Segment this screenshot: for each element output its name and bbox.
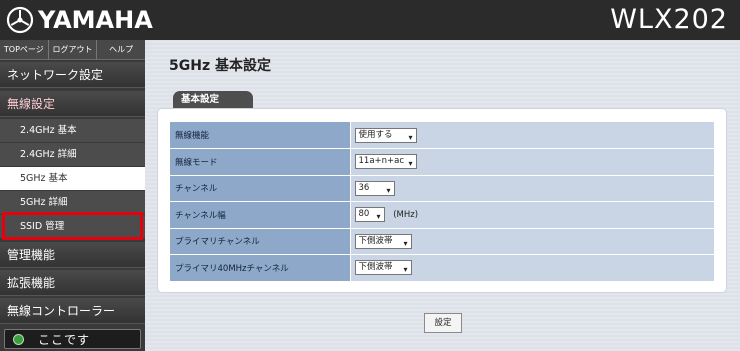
table-row: チャンネル 36 ▾ [170,175,714,202]
channel-width-select[interactable]: 80 ▾ [354,207,385,223]
you-are-here-indicator: ここです [4,329,141,349]
table-row: 無線機能 使用する ▾ [170,122,714,149]
chevron-down-icon: ▾ [408,159,413,169]
wireless-function-label: 無線機能 [170,122,351,149]
settings-table: 無線機能 使用する ▾ 無線モード 11a+n+ac ▾ チャンネル 36 ▾ … [170,122,714,282]
page-title: 5GHz 基本設定 [169,58,271,74]
sidebar-subitem-5ghz-basic[interactable]: 5GHz 基本 [0,167,145,191]
channel-value: 36 [358,182,370,193]
help-link[interactable]: ヘルプ [97,40,145,59]
sidebar-item-controller[interactable]: 無線コントローラー [0,298,145,324]
table-row: プライマリチャンネル 下側波帯 ▾ [170,228,714,255]
sidebar-item-management[interactable]: 管理機能 [0,242,145,268]
tab-basic-settings[interactable]: 基本設定 [173,91,253,109]
primary-40mhz-channel-label: プライマリ40MHzチャンネル [170,254,351,282]
chevron-down-icon: ▾ [376,212,381,222]
wireless-mode-select[interactable]: 11a+n+ac ▾ [354,154,417,170]
settings-panel: 無線機能 使用する ▾ 無線モード 11a+n+ac ▾ チャンネル 36 ▾ … [157,108,727,293]
table-row: チャンネル幅 80 ▾ (MHz) [170,201,714,229]
primary-40mhz-channel-value: 下側波帯 [358,262,393,273]
channel-label: チャンネル [170,175,351,202]
channel-width-value: 80 [358,209,370,220]
ssid-highlight-box [2,212,143,240]
status-dot-icon [13,333,24,345]
primary-40mhz-channel-select[interactable]: 下側波帯 ▾ [354,260,412,276]
sidebar-item-network[interactable]: ネットワーク設定 [0,62,145,88]
wireless-function-value: 使用する [358,129,393,140]
save-button[interactable]: 設定 [424,313,462,333]
table-row: 無線モード 11a+n+ac ▾ [170,148,714,176]
you-are-here-label: ここです [38,332,91,347]
sidebar: TOPページ ログアウト ヘルプ ネットワーク設定 無線設定 2.4GHz 基本… [0,40,145,351]
sidebar-item-extension[interactable]: 拡張機能 [0,270,145,296]
top-page-link[interactable]: TOPページ [0,40,49,59]
channel-width-label: チャンネル幅 [170,201,351,229]
yamaha-tuning-fork-icon [6,6,34,34]
main-content: 5GHz 基本設定 基本設定 無線機能 使用する ▾ 無線モード 11a+n+a… [145,40,740,351]
sidebar-subitem-24ghz-detail[interactable]: 2.4GHz 詳細 [0,143,145,167]
wireless-mode-value: 11a+n+ac [358,156,405,167]
sidebar-item-wireless[interactable]: 無線設定 [0,91,145,117]
table-row: プライマリ40MHzチャンネル 下側波帯 ▾ [170,254,714,282]
sidebar-subitem-24ghz-basic[interactable]: 2.4GHz 基本 [0,119,145,143]
sidebar-top-links: TOPページ ログアウト ヘルプ [0,40,145,60]
primary-channel-label: プライマリチャンネル [170,228,351,255]
logout-link[interactable]: ログアウト [49,40,98,59]
channel-width-unit: (MHz) [393,209,419,220]
header-bar: YAMAHA WLX202 [0,0,740,40]
channel-select[interactable]: 36 ▾ [354,180,395,196]
wireless-mode-label: 無線モード [170,148,351,176]
model-name: WLX202 [610,4,728,35]
chevron-down-icon: ▾ [408,132,413,142]
primary-channel-value: 下側波帯 [358,235,393,246]
wireless-function-select[interactable]: 使用する ▾ [354,127,417,143]
chevron-down-icon: ▾ [403,265,408,275]
yamaha-logo: YAMAHA [6,4,153,36]
chevron-down-icon: ▾ [386,185,391,195]
brand-name: YAMAHA [38,6,153,34]
primary-channel-select[interactable]: 下側波帯 ▾ [354,233,412,249]
chevron-down-icon: ▾ [403,238,408,248]
